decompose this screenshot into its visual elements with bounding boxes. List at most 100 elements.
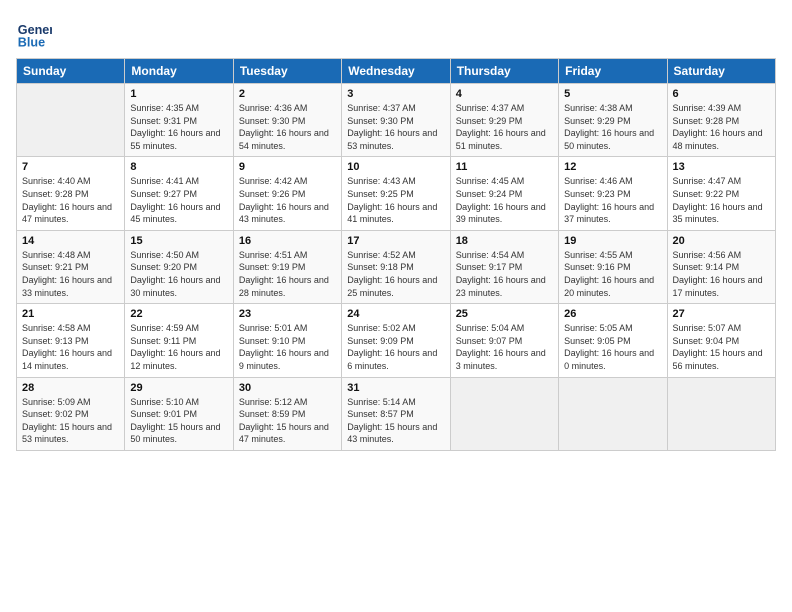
- day-info: Sunrise: 5:04 AMSunset: 9:07 PMDaylight:…: [456, 322, 553, 372]
- day-number: 15: [130, 235, 227, 247]
- day-number: 5: [564, 88, 661, 100]
- day-info: Sunrise: 4:52 AMSunset: 9:18 PMDaylight:…: [347, 249, 444, 299]
- day-info: Sunrise: 4:50 AMSunset: 9:20 PMDaylight:…: [130, 249, 227, 299]
- day-info: Sunrise: 4:56 AMSunset: 9:14 PMDaylight:…: [673, 249, 770, 299]
- day-info: Sunrise: 4:35 AMSunset: 9:31 PMDaylight:…: [130, 102, 227, 152]
- day-info: Sunrise: 4:40 AMSunset: 9:28 PMDaylight:…: [22, 175, 119, 225]
- day-number: 4: [456, 88, 553, 100]
- day-info: Sunrise: 5:12 AMSunset: 8:59 PMDaylight:…: [239, 396, 336, 446]
- day-info: Sunrise: 4:42 AMSunset: 9:26 PMDaylight:…: [239, 175, 336, 225]
- day-info: Sunrise: 5:01 AMSunset: 9:10 PMDaylight:…: [239, 322, 336, 372]
- day-number: 3: [347, 88, 444, 100]
- header: General Blue: [16, 16, 776, 52]
- day-cell: 17 Sunrise: 4:52 AMSunset: 9:18 PMDayligh…: [342, 230, 450, 303]
- header-cell-tuesday: Tuesday: [233, 59, 341, 84]
- day-number: 25: [456, 308, 553, 320]
- day-number: 22: [130, 308, 227, 320]
- day-cell: 11 Sunrise: 4:45 AMSunset: 9:24 PMDayligh…: [450, 157, 558, 230]
- day-info: Sunrise: 4:43 AMSunset: 9:25 PMDaylight:…: [347, 175, 444, 225]
- day-cell: 27Sunrise: 5:07 AMSunset: 9:04 PMDayligh…: [667, 304, 775, 377]
- day-number: 29: [130, 382, 227, 394]
- week-row-3: 14 Sunrise: 4:48 AMSunset: 9:21 PMDayligh…: [17, 230, 776, 303]
- day-number: 26: [564, 308, 661, 320]
- day-number: 28: [22, 382, 119, 394]
- day-number: 7: [22, 161, 119, 173]
- day-cell: 2 Sunrise: 4:36 AMSunset: 9:30 PMDaylight…: [233, 84, 341, 157]
- day-number: 11: [456, 161, 553, 173]
- day-cell: 7 Sunrise: 4:40 AMSunset: 9:28 PMDaylight…: [17, 157, 125, 230]
- day-cell: 14 Sunrise: 4:48 AMSunset: 9:21 PMDayligh…: [17, 230, 125, 303]
- week-row-1: 1 Sunrise: 4:35 AMSunset: 9:31 PMDaylight…: [17, 84, 776, 157]
- day-cell: 16Sunrise: 4:51 AMSunset: 9:19 PMDayligh…: [233, 230, 341, 303]
- logo: General Blue: [16, 16, 56, 52]
- day-number: 31: [347, 382, 444, 394]
- week-row-4: 21 Sunrise: 4:58 AMSunset: 9:13 PMDayligh…: [17, 304, 776, 377]
- day-cell: 19 Sunrise: 4:55 AMSunset: 9:16 PMDayligh…: [559, 230, 667, 303]
- day-info: Sunrise: 4:58 AMSunset: 9:13 PMDaylight:…: [22, 322, 119, 372]
- day-cell: 12Sunrise: 4:46 AMSunset: 9:23 PMDayligh…: [559, 157, 667, 230]
- day-info: Sunrise: 4:39 AMSunset: 9:28 PMDaylight:…: [673, 102, 770, 152]
- day-info: Sunrise: 4:48 AMSunset: 9:21 PMDaylight:…: [22, 249, 119, 299]
- day-cell: 6 Sunrise: 4:39 AMSunset: 9:28 PMDaylight…: [667, 84, 775, 157]
- day-cell: [17, 84, 125, 157]
- day-number: 8: [130, 161, 227, 173]
- header-cell-thursday: Thursday: [450, 59, 558, 84]
- day-cell: [559, 377, 667, 450]
- day-info: Sunrise: 4:59 AMSunset: 9:11 PMDaylight:…: [130, 322, 227, 372]
- day-cell: 4Sunrise: 4:37 AMSunset: 9:29 PMDaylight…: [450, 84, 558, 157]
- header-cell-friday: Friday: [559, 59, 667, 84]
- day-number: 17: [347, 235, 444, 247]
- day-number: 2: [239, 88, 336, 100]
- day-cell: 10 Sunrise: 4:43 AMSunset: 9:25 PMDayligh…: [342, 157, 450, 230]
- svg-text:Blue: Blue: [18, 36, 45, 50]
- day-info: Sunrise: 5:02 AMSunset: 9:09 PMDaylight:…: [347, 322, 444, 372]
- day-info: Sunrise: 4:41 AMSunset: 9:27 PMDaylight:…: [130, 175, 227, 225]
- day-cell: 28 Sunrise: 5:09 AMSunset: 9:02 PMDayligh…: [17, 377, 125, 450]
- day-info: Sunrise: 5:05 AMSunset: 9:05 PMDaylight:…: [564, 322, 661, 372]
- day-number: 12: [564, 161, 661, 173]
- day-cell: 24Sunrise: 5:02 AMSunset: 9:09 PMDayligh…: [342, 304, 450, 377]
- day-cell: 22 Sunrise: 4:59 AMSunset: 9:11 PMDayligh…: [125, 304, 233, 377]
- header-cell-monday: Monday: [125, 59, 233, 84]
- header-cell-wednesday: Wednesday: [342, 59, 450, 84]
- day-cell: 3 Sunrise: 4:37 AMSunset: 9:30 PMDaylight…: [342, 84, 450, 157]
- day-number: 23: [239, 308, 336, 320]
- day-cell: 9 Sunrise: 4:42 AMSunset: 9:26 PMDaylight…: [233, 157, 341, 230]
- day-info: Sunrise: 4:47 AMSunset: 9:22 PMDaylight:…: [673, 175, 770, 225]
- day-cell: 21 Sunrise: 4:58 AMSunset: 9:13 PMDayligh…: [17, 304, 125, 377]
- day-number: 1: [130, 88, 227, 100]
- day-info: Sunrise: 4:38 AMSunset: 9:29 PMDaylight:…: [564, 102, 661, 152]
- day-cell: 13 Sunrise: 4:47 AMSunset: 9:22 PMDayligh…: [667, 157, 775, 230]
- calendar-table: SundayMondayTuesdayWednesdayThursdayFrid…: [16, 58, 776, 451]
- day-cell: 18Sunrise: 4:54 AMSunset: 9:17 PMDayligh…: [450, 230, 558, 303]
- day-number: 9: [239, 161, 336, 173]
- day-info: Sunrise: 5:10 AMSunset: 9:01 PMDaylight:…: [130, 396, 227, 446]
- day-number: 19: [564, 235, 661, 247]
- day-number: 13: [673, 161, 770, 173]
- day-cell: 1 Sunrise: 4:35 AMSunset: 9:31 PMDaylight…: [125, 84, 233, 157]
- day-cell: 23 Sunrise: 5:01 AMSunset: 9:10 PMDayligh…: [233, 304, 341, 377]
- day-number: 21: [22, 308, 119, 320]
- day-cell: 5 Sunrise: 4:38 AMSunset: 9:29 PMDaylight…: [559, 84, 667, 157]
- day-cell: 29 Sunrise: 5:10 AMSunset: 9:01 PMDayligh…: [125, 377, 233, 450]
- day-number: 6: [673, 88, 770, 100]
- day-number: 18: [456, 235, 553, 247]
- day-info: Sunrise: 4:45 AMSunset: 9:24 PMDaylight:…: [456, 175, 553, 225]
- day-number: 30: [239, 382, 336, 394]
- day-info: Sunrise: 4:36 AMSunset: 9:30 PMDaylight:…: [239, 102, 336, 152]
- day-number: 10: [347, 161, 444, 173]
- day-number: 20: [673, 235, 770, 247]
- day-number: 14: [22, 235, 119, 247]
- day-info: Sunrise: 4:37 AMSunset: 9:30 PMDaylight:…: [347, 102, 444, 152]
- day-cell: 15 Sunrise: 4:50 AMSunset: 9:20 PMDayligh…: [125, 230, 233, 303]
- day-cell: 26 Sunrise: 5:05 AMSunset: 9:05 PMDayligh…: [559, 304, 667, 377]
- page-container: General Blue SundayMondayTuesdayWednesda…: [16, 16, 776, 451]
- day-info: Sunrise: 5:09 AMSunset: 9:02 PMDaylight:…: [22, 396, 119, 446]
- day-cell: 8 Sunrise: 4:41 AMSunset: 9:27 PMDaylight…: [125, 157, 233, 230]
- day-cell: [450, 377, 558, 450]
- day-info: Sunrise: 4:55 AMSunset: 9:16 PMDaylight:…: [564, 249, 661, 299]
- day-number: 16: [239, 235, 336, 247]
- week-row-5: 28 Sunrise: 5:09 AMSunset: 9:02 PMDayligh…: [17, 377, 776, 450]
- logo-icon: General Blue: [16, 16, 52, 52]
- day-cell: 20 Sunrise: 4:56 AMSunset: 9:14 PMDayligh…: [667, 230, 775, 303]
